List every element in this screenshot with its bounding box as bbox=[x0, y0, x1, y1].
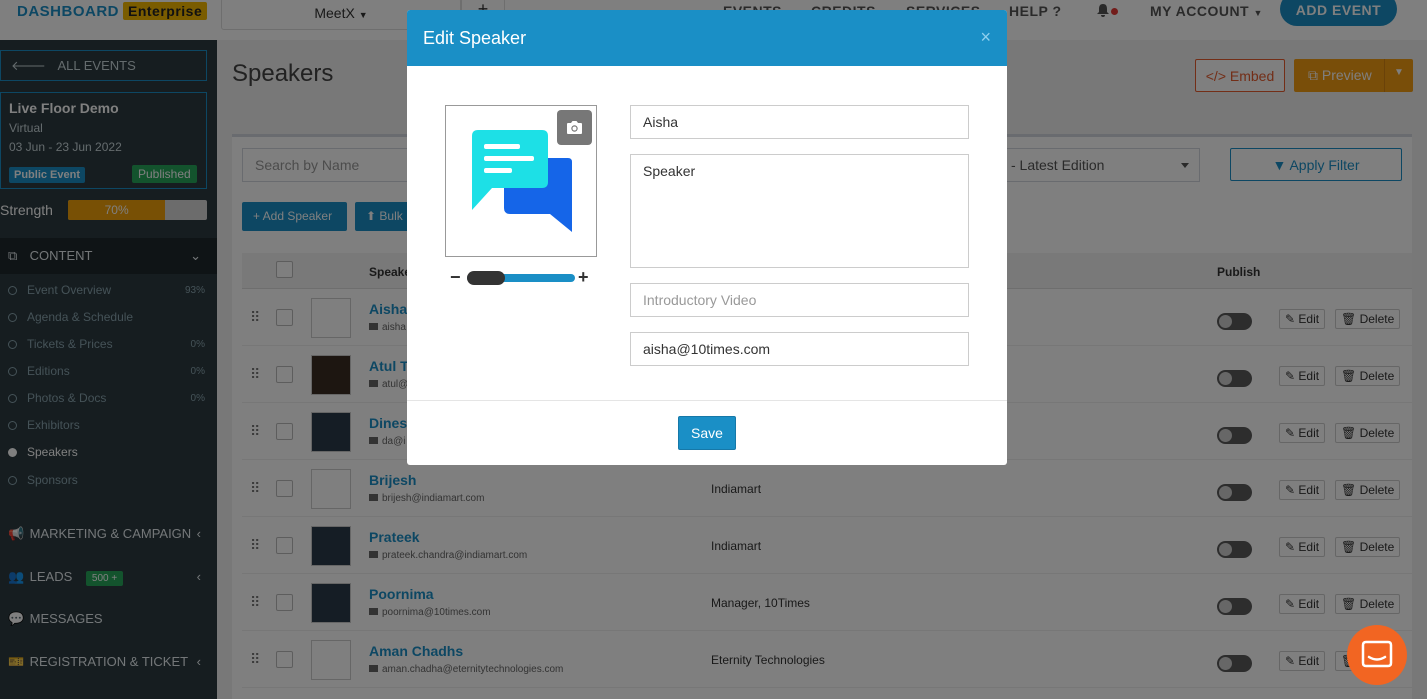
chat-launcher-button[interactable] bbox=[1347, 625, 1407, 685]
camera-icon[interactable] bbox=[557, 110, 592, 145]
modal-divider bbox=[407, 400, 1007, 401]
speaker-designation-textarea[interactable]: Speaker bbox=[630, 154, 969, 268]
speaker-photo[interactable] bbox=[445, 105, 597, 257]
zoom-out-icon[interactable]: − bbox=[450, 267, 461, 288]
save-button[interactable]: Save bbox=[678, 416, 736, 450]
zoom-slider-handle[interactable] bbox=[467, 271, 505, 285]
speaker-name-input[interactable]: Aisha bbox=[630, 105, 969, 139]
zoom-in-icon[interactable]: + bbox=[578, 267, 589, 288]
close-icon[interactable]: × bbox=[980, 27, 991, 48]
chat-icon bbox=[1361, 640, 1393, 668]
zoom-slider[interactable] bbox=[467, 271, 575, 285]
modal-header: Edit Speaker × bbox=[407, 10, 1007, 66]
modal-title: Edit Speaker bbox=[423, 28, 527, 48]
edit-speaker-modal: Edit Speaker × − + Aisha Speaker Introdu… bbox=[407, 10, 1007, 465]
speaker-email-input[interactable]: aisha@10times.com bbox=[630, 332, 969, 366]
intro-video-input[interactable]: Introductory Video bbox=[630, 283, 969, 317]
